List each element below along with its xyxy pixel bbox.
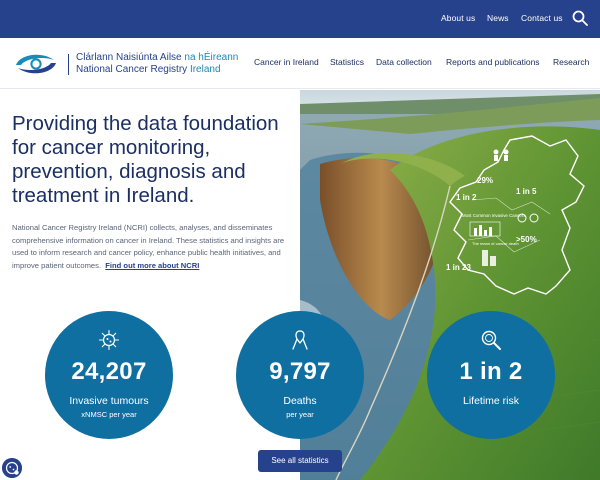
nav-reports-publications[interactable]: Reports and publications (446, 57, 540, 67)
stat-invasive-tumours[interactable]: 24,207 Invasive tumours xNMSC per year (45, 311, 173, 439)
infographic-most-common: Most Common Invasive Cancers (462, 213, 526, 218)
stat-sublabel: xNMSC per year (81, 410, 137, 419)
stat-label: Lifetime risk (462, 395, 519, 407)
search-icon[interactable] (572, 10, 588, 26)
main-header: Clárlann Naisiúnta Ailse na hÉireann Nat… (0, 38, 600, 89)
infographic-1-in-23: 1 in 23 (446, 263, 471, 272)
top-utility-bar: About us News Contact us (0, 0, 600, 38)
infographic-1-in-2: 1 in 2 (456, 193, 477, 202)
nav-research[interactable]: Research (553, 57, 589, 67)
intro-paragraph: National Cancer Registry Ireland (NCRI) … (12, 222, 298, 272)
find-out-more-link[interactable]: Find out more about NCRI (105, 261, 199, 270)
nav-cancer-in-ireland[interactable]: Cancer in Ireland (254, 57, 319, 67)
logo-divider (68, 54, 69, 75)
stat-lifetime-risk[interactable]: 1 in 2 Lifetime risk (427, 311, 555, 439)
infographic-mean-age: The mean of cancer death (472, 241, 519, 246)
infographic-1-in-5: 1 in 5 (516, 187, 537, 196)
see-all-statistics-button[interactable]: See all statistics (258, 450, 342, 472)
news-link[interactable]: News (487, 13, 509, 23)
brand-line1: Clárlann Naisiúnta Ailse (76, 52, 182, 63)
nav-data-collection[interactable]: Data collection (376, 57, 432, 67)
infographic-29-percent: 29% (477, 176, 493, 185)
about-us-link[interactable]: About us (441, 13, 475, 23)
stat-sublabel: per year (286, 410, 314, 419)
page-title: Providing the data foundation for cancer… (12, 112, 279, 207)
nav-statistics[interactable]: Statistics (330, 57, 364, 67)
magnifier-icon (481, 330, 501, 350)
ncri-logo-icon[interactable] (12, 51, 60, 77)
ribbon-icon (292, 330, 308, 350)
brand-line2-accent: Ireland (189, 64, 221, 75)
stat-value: 1 in 2 (459, 358, 523, 385)
brand-line1-accent: na hÉireann (184, 52, 239, 63)
stat-value: 9,797 (269, 358, 331, 385)
infographic-over-50-percent: >50% (516, 235, 537, 244)
stat-label: Invasive tumours (69, 395, 149, 407)
brand-name[interactable]: Clárlann Naisiúnta Ailse na hÉireann Nat… (76, 52, 238, 76)
stat-label: Deaths (283, 395, 317, 407)
virus-icon (98, 329, 120, 351)
stat-value: 24,207 (71, 358, 147, 385)
brand-line2: National Cancer Registry (76, 64, 188, 75)
stat-deaths[interactable]: 9,797 Deaths per year (236, 311, 364, 439)
contact-us-link[interactable]: Contact us (521, 13, 563, 23)
cookie-settings-icon[interactable] (2, 458, 22, 478)
